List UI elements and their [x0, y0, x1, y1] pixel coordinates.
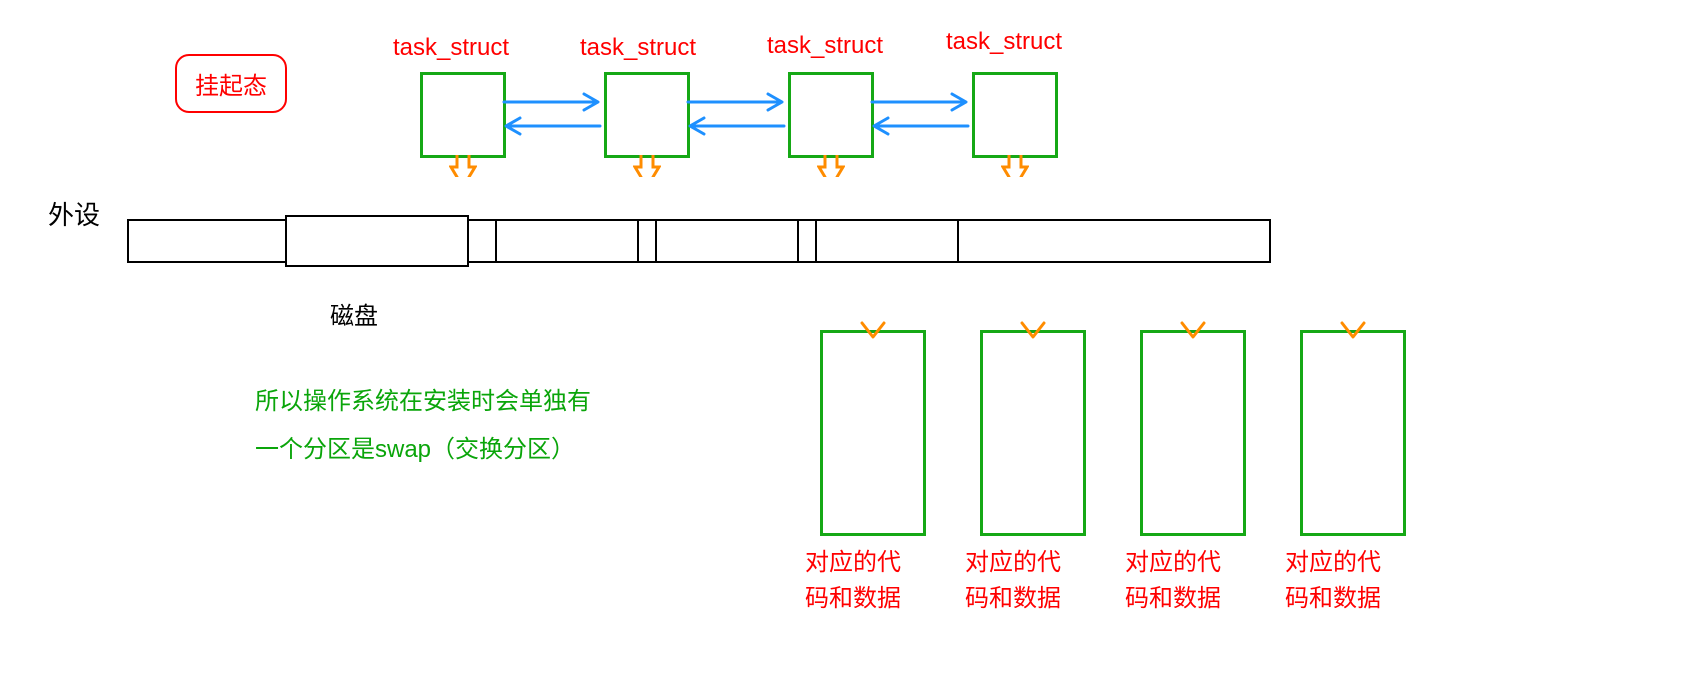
task-struct-label-2: task_struct: [580, 34, 696, 62]
cap-icon: [858, 321, 888, 339]
cap-icon: [1178, 321, 1208, 339]
feet-icon: [449, 155, 477, 177]
state-badge-label: 挂起态: [195, 73, 267, 100]
swap-label-line1: 对应的代: [1285, 545, 1381, 581]
swap-label-line1: 对应的代: [965, 545, 1061, 581]
task-struct-box-1: [420, 72, 506, 158]
task-struct-box-4: [972, 72, 1058, 158]
state-badge: 挂起态: [175, 54, 287, 113]
partition-4: [815, 219, 959, 263]
link-arrows-2-3: [686, 90, 786, 140]
cap-icon: [1018, 321, 1048, 339]
partition-disk: [285, 215, 469, 267]
partition-3: [655, 219, 799, 263]
swap-note: 所以操作系统在安装时会单独有 一个分区是swap（交换分区）: [255, 378, 591, 474]
swap-label-4: 对应的代 码和数据: [1285, 545, 1381, 617]
swap-label-line2: 码和数据: [965, 581, 1061, 617]
swap-label-line1: 对应的代: [805, 545, 901, 581]
partition-2: [495, 219, 639, 263]
feet-icon: [1001, 155, 1029, 177]
swap-label-line2: 码和数据: [805, 581, 901, 617]
swap-note-line1: 所以操作系统在安装时会单独有: [255, 378, 591, 426]
swap-label-line2: 码和数据: [1285, 581, 1381, 617]
swap-note-line2: 一个分区是swap（交换分区）: [255, 426, 591, 474]
swap-block-1: [820, 330, 926, 536]
peripheral-heading: 外设: [48, 195, 100, 232]
swap-label-2: 对应的代 码和数据: [965, 545, 1061, 617]
swap-label-3: 对应的代 码和数据: [1125, 545, 1221, 617]
swap-block-2: [980, 330, 1086, 536]
task-struct-label-4: task_struct: [946, 28, 1062, 56]
link-arrows-1-2: [502, 90, 602, 140]
swap-label-line2: 码和数据: [1125, 581, 1221, 617]
swap-label-1: 对应的代 码和数据: [805, 545, 901, 617]
cap-icon: [1338, 321, 1368, 339]
feet-icon: [633, 155, 661, 177]
swap-block-4: [1300, 330, 1406, 536]
task-struct-box-2: [604, 72, 690, 158]
feet-icon: [817, 155, 845, 177]
link-arrows-3-4: [870, 90, 970, 140]
task-struct-label-3: task_struct: [767, 32, 883, 60]
disk-label: 磁盘: [330, 296, 378, 331]
swap-label-line1: 对应的代: [1125, 545, 1221, 581]
task-struct-label-1: task_struct: [393, 34, 509, 62]
swap-block-3: [1140, 330, 1246, 536]
task-struct-box-3: [788, 72, 874, 158]
